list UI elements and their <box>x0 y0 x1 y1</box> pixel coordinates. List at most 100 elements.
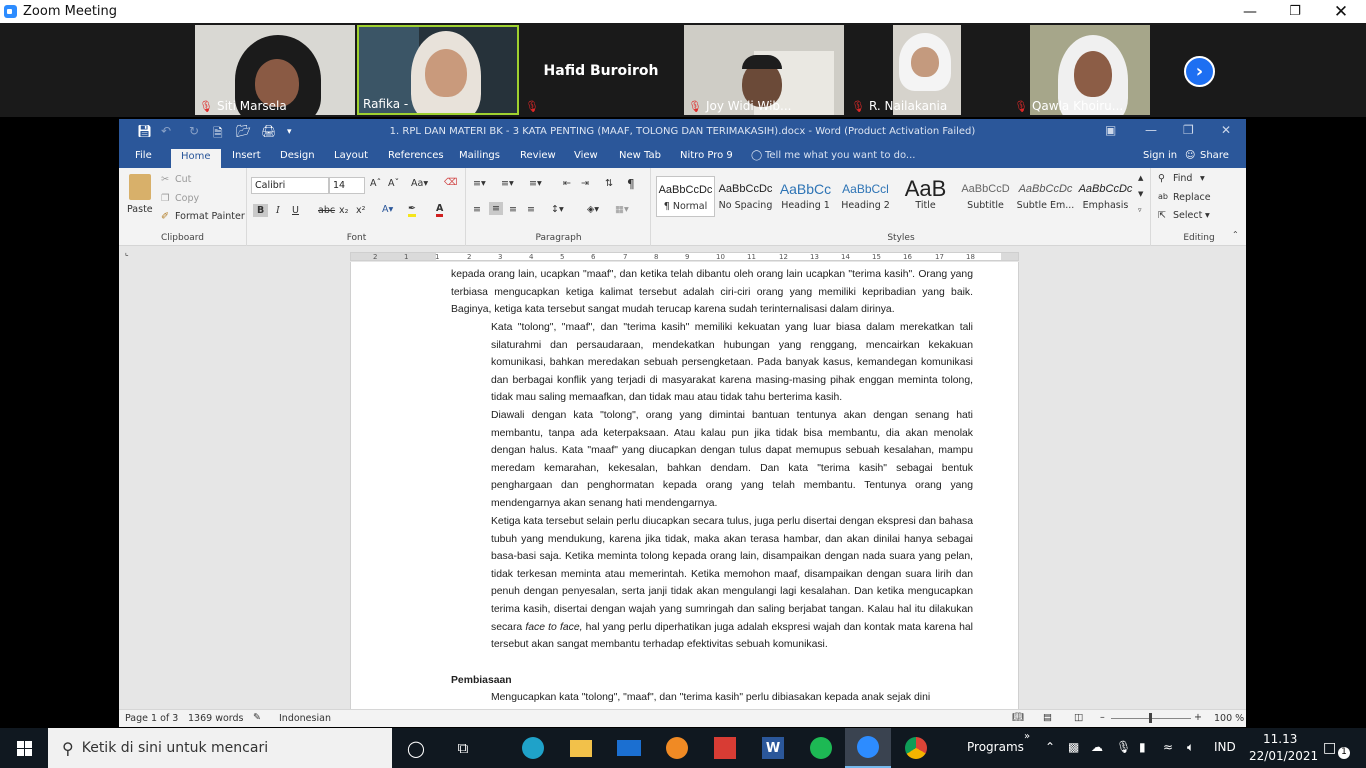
styles-scroll-up-icon[interactable]: ▲ <box>1138 174 1143 182</box>
tab-mailings[interactable]: Mailings <box>459 150 500 161</box>
styles-more-icon[interactable]: ▿ <box>1138 206 1142 214</box>
cut-button[interactable]: Cut <box>175 174 191 185</box>
style-heading-1[interactable]: AaBbCc Heading 1 <box>776 176 835 217</box>
font-size-box[interactable]: 14 <box>329 177 365 194</box>
ribbon-display-options-icon[interactable]: ▣ <box>1105 123 1116 137</box>
restore-icon[interactable]: ❐ <box>1272 0 1318 23</box>
underline-button[interactable]: U <box>292 205 299 216</box>
bold-button[interactable]: B <box>253 204 269 217</box>
style-subtitle[interactable]: AaBbCcD Subtitle <box>956 176 1015 217</box>
horizontal-ruler[interactable]: 2 1 1 2 3 4 5 6 7 8 9 10 11 12 13 14 15 16 17 18 <box>350 252 1019 261</box>
paste-icon[interactable] <box>129 174 151 200</box>
battery-icon[interactable]: ▮ <box>1139 740 1146 754</box>
format-painter-button[interactable]: Format Painter <box>175 211 245 222</box>
zoom-out-icon[interactable]: – <box>1100 712 1105 723</box>
tab-design[interactable]: Design <box>280 150 315 161</box>
style-subtle-emphasis[interactable]: AaBbCcDc Subtle Em... <box>1016 176 1075 217</box>
word-app-icon[interactable]: W <box>750 728 796 768</box>
wifi-icon[interactable]: ≈ <box>1163 740 1173 754</box>
borders-icon[interactable]: ▦▾ <box>615 204 629 215</box>
multilevel-list-icon[interactable]: ≡▾ <box>529 178 542 189</box>
share-button[interactable]: Share <box>1200 150 1229 161</box>
chrome-icon[interactable] <box>893 728 939 768</box>
font-name-box[interactable]: Calibri <box>251 177 329 194</box>
style-no-spacing[interactable]: AaBbCcDc No Spacing <box>716 176 775 217</box>
tab-references[interactable]: References <box>388 150 444 161</box>
collapse-ribbon-icon[interactable]: ⌃ <box>1232 230 1239 239</box>
italic-button[interactable]: I <box>276 205 280 216</box>
font-color-icon[interactable]: A <box>436 203 444 217</box>
participant-tile[interactable]: Hafid Buroiroh 🎙︎ <box>521 25 681 115</box>
justify-icon[interactable]: ≡ <box>527 204 535 215</box>
file-explorer-icon[interactable] <box>558 728 604 768</box>
participant-tile[interactable]: 🎙︎ Joy Widi Wib... <box>684 25 844 115</box>
copy-button[interactable]: Copy <box>175 193 199 204</box>
tab-file[interactable]: File <box>135 150 152 161</box>
style-emphasis[interactable]: AaBbCcDc Emphasis <box>1076 176 1135 217</box>
close-icon[interactable]: ✕ <box>1318 0 1364 23</box>
tell-me-box[interactable]: Tell me what you want to do... <box>765 150 915 161</box>
zoom-in-icon[interactable]: + <box>1194 712 1202 723</box>
windows-start-icon[interactable] <box>0 728 48 768</box>
replace-button[interactable]: Replace <box>1173 192 1211 203</box>
numbering-icon[interactable]: ≡▾ <box>501 178 514 189</box>
style-title[interactable]: AaB Title <box>896 176 955 217</box>
device-icon[interactable]: ▩ <box>1068 740 1079 754</box>
zoom-app-icon[interactable] <box>845 728 891 768</box>
word-close-icon[interactable]: ✕ <box>1221 123 1231 137</box>
select-button[interactable]: Select <box>1173 210 1202 221</box>
participant-tile[interactable]: 🎙︎ Qawla Khoiru... <box>1010 25 1170 115</box>
spotify-icon[interactable] <box>798 728 844 768</box>
shrink-font-icon[interactable]: Aˇ <box>388 178 399 189</box>
edge-browser-icon[interactable] <box>510 728 556 768</box>
word-restore-icon[interactable]: ❐ <box>1183 123 1194 137</box>
decrease-indent-icon[interactable]: ⇤ <box>563 178 571 189</box>
align-left-icon[interactable]: ≡ <box>473 204 481 215</box>
change-case-icon[interactable]: Aa▾ <box>411 178 428 189</box>
sort-icon[interactable]: ⇅ <box>605 178 613 189</box>
programs-toolbar[interactable]: Programs <box>967 740 1024 754</box>
highlight-icon[interactable]: ✒ <box>408 203 416 217</box>
grow-font-icon[interactable]: Aˆ <box>370 178 381 189</box>
cortana-icon[interactable]: ◯ <box>393 728 439 768</box>
toolbar-expand-icon[interactable]: » <box>1024 731 1030 742</box>
page-count[interactable]: Page 1 of 3 <box>125 713 178 724</box>
bullets-icon[interactable]: ≡▾ <box>473 178 486 189</box>
clock-time[interactable]: 11.13 <box>1263 732 1297 746</box>
word-count[interactable]: 1369 words <box>188 713 244 724</box>
show-formatting-icon[interactable]: ¶ <box>627 177 635 191</box>
sign-in-link[interactable]: Sign in <box>1143 150 1177 161</box>
tab-review[interactable]: Review <box>520 150 556 161</box>
styles-scroll-down-icon[interactable]: ▼ <box>1138 190 1143 198</box>
align-right-icon[interactable]: ≡ <box>509 204 517 215</box>
web-layout-icon[interactable]: ◫ <box>1074 712 1083 723</box>
gift-app-icon[interactable] <box>702 728 748 768</box>
microphone-icon[interactable]: 🎙︎ <box>1116 740 1131 754</box>
language-indicator-tray[interactable]: IND <box>1214 740 1236 754</box>
tab-view[interactable]: View <box>574 150 598 161</box>
find-button[interactable]: Find <box>1173 173 1192 184</box>
language-indicator[interactable]: Indonesian <box>279 713 331 724</box>
participant-tile[interactable]: 🎙︎ R. Nailakania <box>847 25 1007 115</box>
clear-formatting-icon[interactable]: ⌫ <box>444 177 457 188</box>
participant-tile[interactable]: 🎙︎ Siti Marsela <box>195 25 355 115</box>
show-hidden-icons-icon[interactable]: ⌃ <box>1045 740 1055 754</box>
text-effects-icon[interactable]: A▾ <box>382 204 393 215</box>
zoom-slider-thumb[interactable] <box>1149 713 1152 723</box>
minimize-icon[interactable]: — <box>1227 0 1273 23</box>
tab-home[interactable]: Home <box>171 149 221 168</box>
word-minimize-icon[interactable]: — <box>1145 123 1157 137</box>
action-center-icon[interactable]: □ <box>1323 740 1336 756</box>
next-page-arrow-icon[interactable]: › <box>1184 56 1215 87</box>
cloud-icon[interactable]: ☁ <box>1091 740 1103 754</box>
strikethrough-button[interactable]: abc <box>318 205 335 216</box>
paste-button[interactable]: Paste <box>127 204 153 215</box>
volume-icon[interactable]: 🔈︎ <box>1187 740 1194 755</box>
align-center-icon[interactable]: ≡ <box>489 202 503 215</box>
mail-icon[interactable] <box>606 728 652 768</box>
zoom-level[interactable]: 100 % <box>1214 713 1244 724</box>
increase-indent-icon[interactable]: ⇥ <box>581 178 589 189</box>
clock-date[interactable]: 22/01/2021 <box>1249 749 1318 763</box>
print-layout-icon[interactable]: ▤ <box>1043 712 1052 723</box>
taskbar-search-box[interactable]: ⚲ Ketik di sini untuk mencari <box>48 728 392 768</box>
